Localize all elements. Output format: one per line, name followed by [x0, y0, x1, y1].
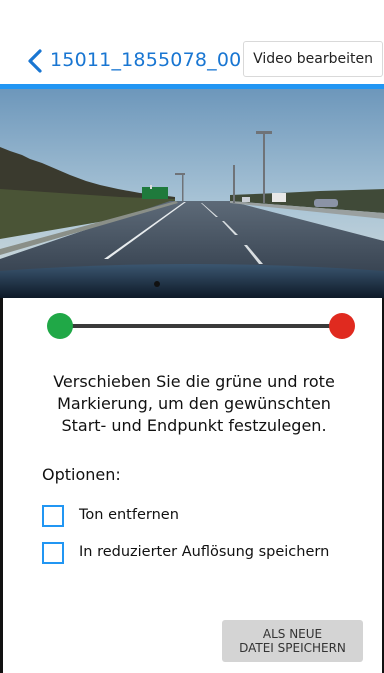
instructions-line-2: Markierung, um den gewünschten [57, 394, 331, 413]
back-button[interactable] [25, 46, 47, 76]
remove-audio-label: Ton entfernen [79, 507, 179, 523]
instructions-text: Verschieben Sie die grüne und rote Marki… [24, 371, 364, 437]
end-marker-handle[interactable] [329, 313, 355, 339]
video-frame-image [0, 89, 384, 298]
instructions-line-3: Start- und Endpunkt festzulegen. [61, 416, 327, 435]
reduced-resolution-checkbox[interactable] [42, 542, 64, 564]
reduced-resolution-label: In reduzierter Auflösung speichern [79, 544, 330, 560]
page-title: 15011_1855078_00 [50, 49, 242, 71]
start-marker-handle[interactable] [47, 313, 73, 339]
save-as-new-file-button[interactable]: ALS NEUE DATEI SPEICHERN [222, 620, 363, 662]
trim-track [61, 324, 341, 328]
remove-audio-checkbox[interactable] [42, 505, 64, 527]
chevron-left-icon [28, 49, 42, 73]
video-preview[interactable] [0, 89, 384, 298]
header: 15011_1855078_00 Video bearbeiten [0, 0, 384, 84]
edit-video-button[interactable]: Video bearbeiten [243, 41, 383, 77]
instructions-line-1: Verschieben Sie die grüne und rote [53, 372, 335, 391]
save-button-line-2: DATEI SPEICHERN [239, 641, 346, 655]
save-button-line-1: ALS NEUE [262, 627, 323, 641]
options-heading: Optionen: [42, 465, 121, 484]
trim-slider[interactable] [47, 313, 355, 339]
